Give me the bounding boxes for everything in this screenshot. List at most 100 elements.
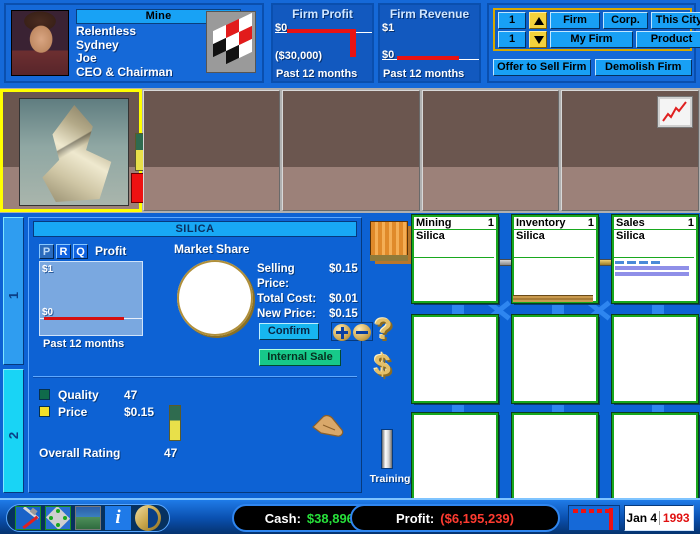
firm-profit-chart[interactable]: Firm Profit $0 ($30,000) Past 12 months xyxy=(271,3,374,83)
ceo-panel[interactable]: Mine Relentless Sydney Joe CEO & Chairma… xyxy=(4,3,264,83)
building-lot-1[interactable] xyxy=(0,89,161,212)
count-top[interactable]: 1 xyxy=(498,12,526,29)
firm-revenue-top-label: $1 xyxy=(382,22,395,34)
clock-icon[interactable] xyxy=(135,505,161,531)
building-lot-5[interactable] xyxy=(561,90,699,211)
department-cell-empty-1[interactable] xyxy=(411,314,499,404)
overall-rating-row: Overall Rating 47 xyxy=(39,446,177,460)
confirm-button[interactable]: Confirm xyxy=(259,323,319,340)
view-selector-grid: 1 Firm Corp. This City 1 My Firm Product xyxy=(493,8,700,51)
department-cell-inventory[interactable]: Inventory 1 Silica xyxy=(511,214,599,304)
prq-button-q[interactable]: Q xyxy=(73,244,88,259)
demolish-firm-button[interactable]: Demolish Firm xyxy=(594,59,692,76)
up-arrow-icon[interactable] xyxy=(529,12,547,29)
mining-product: Silica xyxy=(416,230,445,242)
department-cell-empty-5[interactable] xyxy=(511,412,599,502)
market-share-label: Market Share xyxy=(174,242,250,256)
view-row-top: 1 Firm Corp. This City xyxy=(498,12,700,29)
overall-rating-label: Overall Rating xyxy=(39,446,121,460)
department-cell-empty-6[interactable] xyxy=(611,412,699,502)
firm-profit-series xyxy=(287,29,353,33)
count-bottom[interactable]: 1 xyxy=(498,31,526,48)
new-price-label: New Price: xyxy=(257,308,316,320)
firm-profit-footer: Past 12 months xyxy=(276,68,358,80)
offer-to-sell-firm-button[interactable]: Offer to Sell Firm xyxy=(493,59,591,76)
mining-divider xyxy=(412,257,494,258)
quality-swatch-icon xyxy=(39,389,50,400)
help-icon[interactable]: ? xyxy=(374,313,392,347)
product-button[interactable]: Product xyxy=(636,31,700,48)
product-title: SILICA xyxy=(33,221,357,237)
firm-profit-drop xyxy=(350,29,356,57)
tools-icon[interactable] xyxy=(15,506,41,530)
firm-button[interactable]: Firm xyxy=(550,12,600,29)
crate-icon[interactable] xyxy=(370,221,408,261)
firm-revenue-footer: Past 12 months xyxy=(383,68,465,80)
status-bar: i Cash: $38,896,600 Profit: ($6,195,239)… xyxy=(0,498,700,534)
price-value: $0.15 xyxy=(124,404,155,419)
prq-button-p[interactable]: P xyxy=(39,244,54,259)
world-icon[interactable] xyxy=(75,506,101,530)
inventory-product: Silica xyxy=(516,230,545,242)
speed-indicator[interactable] xyxy=(568,505,620,531)
date-value: Jan 4 xyxy=(626,511,658,525)
toolbar: i xyxy=(6,504,170,532)
this-city-button[interactable]: This City xyxy=(651,12,700,29)
plus-icon[interactable] xyxy=(333,324,351,341)
sales-product: Silica xyxy=(616,230,645,242)
speed-bar-icon xyxy=(609,508,613,530)
inventory-stock-floor xyxy=(513,295,593,302)
sales-bar-2 xyxy=(615,272,689,276)
firm-action-row: Offer to Sell Firm Demolish Firm xyxy=(493,59,692,77)
firm-profit-bottom-label: ($30,000) xyxy=(275,50,323,62)
training-bar[interactable] xyxy=(381,429,393,469)
mining-title: Mining xyxy=(416,217,452,229)
selling-price-label: Selling Price: xyxy=(257,263,295,290)
prq-toggle-group: P R Q xyxy=(39,244,88,259)
total-cost-value: $0.01 xyxy=(329,293,358,305)
building-lot-2[interactable] xyxy=(142,90,281,211)
price-row: Price $0.15 xyxy=(39,403,154,420)
price-label: Price xyxy=(58,404,88,419)
department-grid: Mining 1 Silica Inventory 1 Silica Sales… xyxy=(411,214,699,502)
department-cell-sales[interactable]: Sales 1 Silica xyxy=(611,214,699,304)
department-cell-empty-2[interactable] xyxy=(511,314,599,404)
total-cost-row: Total Cost: $0.01 xyxy=(257,292,371,307)
department-cell-mining[interactable]: Mining 1 Silica xyxy=(411,214,499,304)
main-area: 1 2 SILICA P R Q Profit Market Share $1 … xyxy=(0,213,700,502)
my-firm-button[interactable]: My Firm xyxy=(550,31,633,48)
building-lot-4[interactable] xyxy=(421,90,560,211)
building-lot-3[interactable] xyxy=(282,90,420,211)
firm-revenue-chart[interactable]: Firm Revenue $1 $0 Past 12 months xyxy=(378,3,481,83)
product-panel: SILICA P R Q Profit Market Share $1 $0 P… xyxy=(28,217,373,493)
speed-dots-icon xyxy=(573,509,611,513)
product-stats: Quality 47 Price $0.15 xyxy=(39,386,154,420)
top-bar: Mine Relentless Sydney Joe CEO & Chairma… xyxy=(0,0,700,88)
floor-tab-1[interactable]: 1 xyxy=(3,217,24,365)
mineral-rock xyxy=(42,105,112,203)
down-arrow-icon[interactable] xyxy=(529,31,547,48)
training-label: Training xyxy=(369,473,411,485)
internal-sale-button[interactable]: Internal Sale xyxy=(259,349,341,366)
department-cell-empty-3[interactable] xyxy=(611,314,699,404)
sales-bars xyxy=(615,261,689,278)
silica-mineral-image xyxy=(19,98,129,206)
floor-tabs: 1 2 xyxy=(3,217,24,493)
new-price-row: New Price: $0.15 xyxy=(257,307,371,322)
money-icon[interactable]: $ xyxy=(374,349,391,383)
overall-rating-value: 47 xyxy=(164,446,178,460)
chart-icon[interactable] xyxy=(656,96,693,128)
product-graph-footer: Past 12 months xyxy=(43,338,125,350)
market-share-pie[interactable] xyxy=(177,260,253,336)
floor-tab-2[interactable]: 2 xyxy=(3,369,24,493)
department-cell-empty-4[interactable] xyxy=(411,412,499,502)
inventory-divider xyxy=(512,257,594,258)
product-profit-graph[interactable]: $1 $0 xyxy=(39,261,143,336)
map-icon[interactable] xyxy=(45,505,71,531)
new-price-value: $0.15 xyxy=(329,308,358,320)
prq-button-r[interactable]: R xyxy=(56,244,71,259)
corp-button[interactable]: Corp. xyxy=(603,12,648,29)
profit-graph-label: Profit xyxy=(95,244,127,258)
info-icon[interactable]: i xyxy=(105,506,131,530)
profit-value: ($6,195,239) xyxy=(440,510,514,526)
